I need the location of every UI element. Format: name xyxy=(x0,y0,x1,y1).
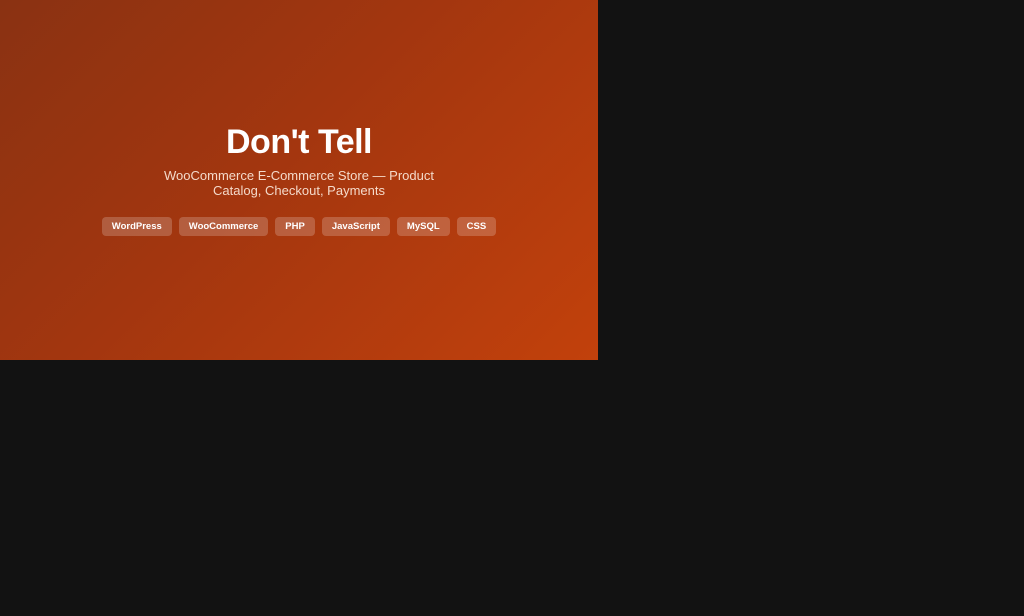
project-hero-banner: Don't Tell WooCommerce E-Commerce Store … xyxy=(0,0,598,360)
tech-tag-woocommerce: WooCommerce xyxy=(178,217,269,236)
tech-tag-javascript: JavaScript xyxy=(321,217,390,236)
tech-tag-mysql: MySQL xyxy=(396,217,450,236)
tech-tag-list: WordPress WooCommerce PHP JavaScript MyS… xyxy=(0,217,598,236)
tech-tag-css: CSS xyxy=(456,217,497,236)
tech-tag-wordpress: WordPress xyxy=(101,217,172,236)
tech-tag-php: PHP xyxy=(275,217,315,236)
project-title: Don't Tell xyxy=(226,123,373,161)
project-subtitle: WooCommerce E-Commerce Store — Product C… xyxy=(164,168,434,198)
